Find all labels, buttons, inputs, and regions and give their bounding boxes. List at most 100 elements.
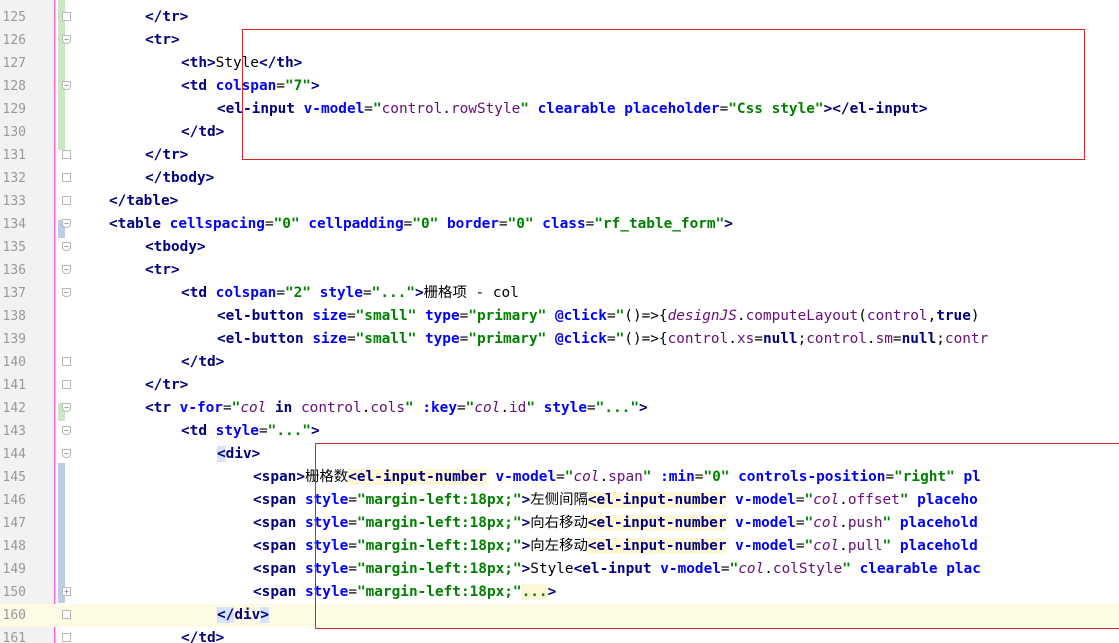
code-line[interactable]: 160 </div>	[0, 604, 1119, 627]
code-token: "small"	[355, 331, 417, 347]
fold-collapse-icon[interactable]: −	[62, 242, 71, 251]
code-line[interactable]: 145 <span>栅格数<el-input-number v-model="co…	[0, 466, 1119, 489]
code-token: controls-position	[738, 469, 886, 485]
code-line[interactable]: 129 <el-input v-model="control.rowStyle" …	[0, 98, 1119, 121]
code-line[interactable]: 126 − <tr>	[0, 29, 1119, 52]
code-text[interactable]: <span style="margin-left:18px;">左侧间隔<el-…	[253, 489, 978, 512]
code-text[interactable]: <table cellspacing="0" cellpadding="0" b…	[109, 213, 733, 236]
fold-expand-icon[interactable]	[62, 173, 71, 182]
code-text[interactable]: <div>	[217, 443, 260, 466]
fold-expand-icon[interactable]	[62, 12, 71, 21]
code-text[interactable]: </div>	[217, 604, 269, 627]
code-text[interactable]: <td style="...">	[181, 420, 320, 443]
fold-expand-icon[interactable]: +	[62, 587, 71, 596]
code-line[interactable]: 161 </td>	[0, 627, 1119, 643]
fold-collapse-icon[interactable]: −	[62, 449, 71, 458]
code-line[interactable]: 136 − <tr>	[0, 259, 1119, 282]
code-text[interactable]: </tr>	[145, 374, 188, 397]
code-text[interactable]: <el-input v-model="control.rowStyle" cle…	[217, 98, 928, 121]
code-text[interactable]: <tr>	[145, 29, 180, 52]
code-line[interactable]: 139 <el-button size="small" type="primary…	[0, 328, 1119, 351]
code-text[interactable]: </tbody>	[145, 167, 214, 190]
code-line[interactable]: 134− <table cellspacing="0" cellpadding="…	[0, 213, 1119, 236]
code-line[interactable]: 141 </tr>	[0, 374, 1119, 397]
code-text[interactable]: </tr>	[145, 144, 188, 167]
code-token: .	[442, 101, 451, 117]
fold-expand-icon[interactable]	[62, 380, 71, 389]
code-line[interactable]: 150 + <span style="margin-left:18px;"...>	[0, 581, 1119, 604]
fold-collapse-icon[interactable]: −	[62, 426, 71, 435]
code-text[interactable]: <span style="margin-left:18px;">向左移动<el-…	[253, 535, 978, 558]
code-text[interactable]: </td>	[181, 627, 224, 643]
code-token: =	[276, 285, 285, 301]
code-token: "margin-left:18px;"	[356, 515, 522, 531]
code-line[interactable]: 133 </table>	[0, 190, 1119, 213]
code-token: =	[403, 216, 413, 232]
code-line[interactable]: 148 <span style="margin-left:18px;">向左移动<…	[0, 535, 1119, 558]
code-text[interactable]: <el-button size="small" type="primary" @…	[217, 328, 988, 351]
code-token: )	[970, 308, 980, 324]
code-token: size	[312, 308, 347, 324]
fold-expand-icon[interactable]	[62, 196, 71, 205]
code-token: computeLayout	[745, 308, 859, 324]
code-line[interactable]: 137− <td colspan="2" style="...">栅格项 - co…	[0, 282, 1119, 305]
code-text[interactable]: <tr>	[145, 259, 180, 282]
code-text[interactable]: <span style="margin-left:18px;">向右移动<el-…	[253, 512, 978, 535]
fold-expand-icon[interactable]	[62, 357, 71, 366]
code-token: =	[606, 308, 616, 324]
code-text[interactable]: <td colspan="2" style="...">栅格项 - col	[181, 282, 519, 305]
code-text[interactable]: </td>	[181, 351, 224, 374]
code-line[interactable]: 130 </td>	[0, 121, 1119, 144]
code-line[interactable]: 128 − <td colspan="7">	[0, 75, 1119, 98]
fold-expand-icon[interactable]	[62, 610, 71, 619]
code-line[interactable]: 125 </tr>	[0, 6, 1119, 29]
fold-collapse-icon[interactable]: −	[62, 265, 71, 274]
code-line[interactable]: 146 <span style="margin-left:18px;">左侧间隔<…	[0, 489, 1119, 512]
code-text[interactable]: <td colspan="7">	[181, 75, 320, 98]
code-text[interactable]: </tr>	[145, 6, 188, 29]
code-token: control	[806, 331, 867, 347]
code-token: "	[842, 561, 851, 577]
code-text[interactable]: </td>	[181, 121, 224, 144]
fold-collapse-icon[interactable]: −	[62, 288, 71, 297]
fold-expand-icon[interactable]	[62, 150, 71, 159]
code-text[interactable]: <th>Style</th>	[181, 52, 302, 75]
code-token: v-model	[495, 469, 557, 485]
code-token: <el-button	[217, 331, 313, 347]
code-token: (	[858, 308, 867, 324]
fold-collapse-icon[interactable]: −	[62, 403, 71, 412]
fold-expand-icon[interactable]	[62, 633, 71, 642]
code-text[interactable]: <span style="margin-left:18px;"...>	[253, 581, 556, 604]
code-text[interactable]: <span style="margin-left:18px;">Style<el…	[253, 558, 981, 581]
code-token: "primary"	[468, 331, 547, 347]
fold-collapse-icon[interactable]: −	[62, 219, 71, 228]
code-line[interactable]: 127 <th>Style</th>	[0, 52, 1119, 75]
code-line[interactable]: 140 </td>	[0, 351, 1119, 374]
line-number: 126	[2, 33, 26, 48]
code-line[interactable]: 147 <span style="margin-left:18px;">向右移动<…	[0, 512, 1119, 535]
code-line[interactable]: 131 </tr>	[0, 144, 1119, 167]
code-text[interactable]: </table>	[109, 190, 178, 213]
code-text[interactable]: <span>栅格数<el-input-number v-model="col.s…	[253, 466, 981, 489]
code-line[interactable]: 143 − <td style="...">	[0, 420, 1119, 443]
fold-collapse-icon[interactable]: −	[62, 81, 71, 90]
code-line[interactable]: 144 − <div>	[0, 443, 1119, 466]
code-line[interactable]: 135 − <tbody>	[0, 236, 1119, 259]
code-line[interactable]: 149 <span style="margin-left:18px;">Style…	[0, 558, 1119, 581]
code-line[interactable]: 142− <tr v-for="col in control.cols" :key…	[0, 397, 1119, 420]
code-line[interactable]: 138 <el-button size="small" type="primary…	[0, 305, 1119, 328]
code-editor[interactable]: 125 </tr> 126− <tr> 127 <th>Style</th> 128− <td…	[0, 0, 1119, 643]
code-text[interactable]: <tbody>	[145, 236, 206, 259]
fold-collapse-icon[interactable]: −	[62, 35, 71, 44]
code-line[interactable]: 132 </tbody>	[0, 167, 1119, 190]
code-token: div	[234, 607, 261, 623]
line-number: 136	[2, 263, 26, 278]
code-text[interactable]: <el-button size="small" type="primary" @…	[217, 305, 980, 328]
code-token: <	[217, 446, 226, 462]
code-text[interactable]: <tr v-for="col in control.cols" :key="co…	[145, 397, 648, 420]
code-token: >	[260, 607, 269, 623]
